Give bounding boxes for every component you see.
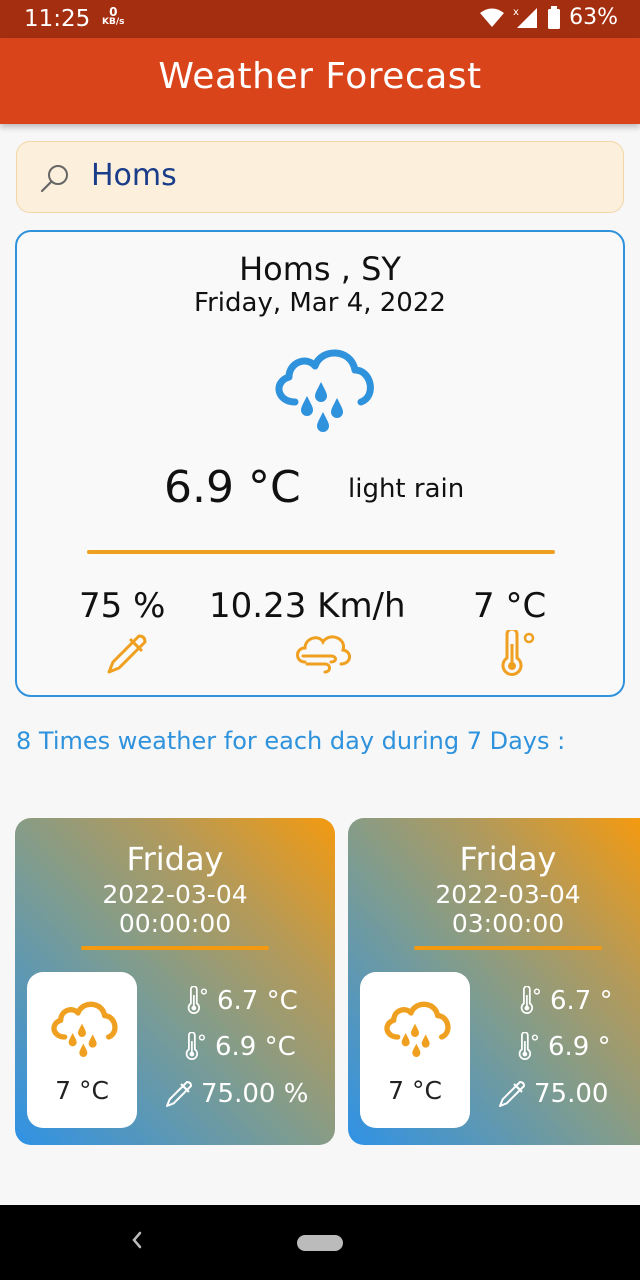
forecast-humidity: 75.00 [534, 1079, 609, 1109]
forecast-max: 6.9 ° [548, 1032, 611, 1062]
thermometer-icon [518, 1032, 539, 1060]
forecast-date: 2022-03-04 [102, 880, 248, 909]
city-name: Homs , SY [239, 250, 401, 288]
network-speed: 0 KB/s [102, 5, 125, 27]
signal-icon: x [513, 7, 538, 28]
forecast-min: 6.7 ° [550, 986, 613, 1016]
back-icon[interactable] [128, 1227, 146, 1253]
divider [87, 550, 555, 554]
dropper-icon [107, 634, 147, 674]
status-bar: 11:25 0 KB/s x 63% [0, 0, 640, 38]
thermometer-icon [501, 630, 535, 676]
thermometer-icon [520, 986, 541, 1014]
forecast-min: 6.7 °C [217, 986, 298, 1016]
forecast-temp-box: 7 °C [360, 972, 470, 1128]
rain-cloud-icon [384, 1001, 451, 1057]
forecast-max: 6.9 °C [215, 1032, 296, 1062]
wifi-icon [480, 8, 505, 27]
wind-speed-value: 10.23 Km/h [209, 586, 406, 626]
thermometer-icon [187, 986, 208, 1014]
dropper-icon [499, 1081, 525, 1107]
home-button[interactable] [297, 1235, 343, 1251]
forecast-temp-box: 7 °C [27, 972, 137, 1128]
forecast-temp: 7 °C [55, 1076, 109, 1105]
forecast-card[interactable]: Friday 2022-03-04 00:00:00 7 °C 6.7 °C 6… [15, 818, 335, 1145]
status-icons: x 63% [479, 5, 618, 30]
forecast-time: 03:00:00 [451, 909, 565, 938]
search-value: Homs [91, 158, 177, 193]
forecast-section-title: 8 Times weather for each day during 7 Da… [16, 727, 566, 755]
svg-text:x: x [513, 7, 519, 18]
search-input[interactable]: Homs [16, 141, 624, 213]
forecast-card[interactable]: Friday 2022-03-04 03:00:00 7 °C 6.7 ° 6.… [348, 818, 640, 1145]
app-title: Weather Forecast [158, 56, 482, 97]
forecast-max-row: 6.9 ° [516, 1032, 611, 1062]
forecast-humidity: 75.00 % [201, 1079, 309, 1109]
forecast-date: 2022-03-04 [435, 880, 581, 909]
status-time: 11:25 [24, 6, 91, 32]
forecast-divider [81, 946, 269, 950]
forecast-time: 00:00:00 [118, 909, 232, 938]
network-speed-unit: KB/s [102, 17, 125, 27]
forecast-divider [414, 946, 602, 950]
humidity-value: 75 % [79, 586, 166, 626]
rain-cloud-icon [275, 349, 374, 432]
forecast-min-row: 6.7 °C [185, 986, 298, 1016]
network-speed-value: 0 [109, 5, 118, 19]
app-bar: Weather Forecast [0, 38, 640, 124]
rain-cloud-icon [51, 1001, 118, 1057]
weather-condition: light rain [348, 474, 465, 504]
forecast-humidity-row: 75.00 % [163, 1078, 308, 1110]
forecast-day: Friday [126, 840, 224, 878]
navigation-bar [0, 1205, 640, 1280]
current-weather-card: Homs , SY Friday, Mar 4, 2022 6.9 °C lig… [15, 230, 625, 697]
forecast-min-row: 6.7 ° [518, 986, 613, 1016]
forecast-temp: 7 °C [388, 1076, 442, 1105]
current-temperature: 6.9 °C [164, 462, 301, 513]
dropper-icon [166, 1081, 192, 1107]
current-date: Friday, Mar 4, 2022 [194, 288, 446, 318]
forecast-max-row: 6.9 °C [183, 1032, 296, 1062]
forecast-humidity-row: 75.00 [496, 1078, 608, 1110]
windy-cloud-icon [296, 635, 351, 674]
battery-icon [548, 5, 561, 29]
forecast-day: Friday [459, 840, 557, 878]
feels-like-value: 7 °C [473, 586, 547, 626]
search-icon [40, 165, 68, 193]
thermometer-icon [185, 1032, 206, 1060]
battery-percent: 63% [569, 5, 618, 30]
